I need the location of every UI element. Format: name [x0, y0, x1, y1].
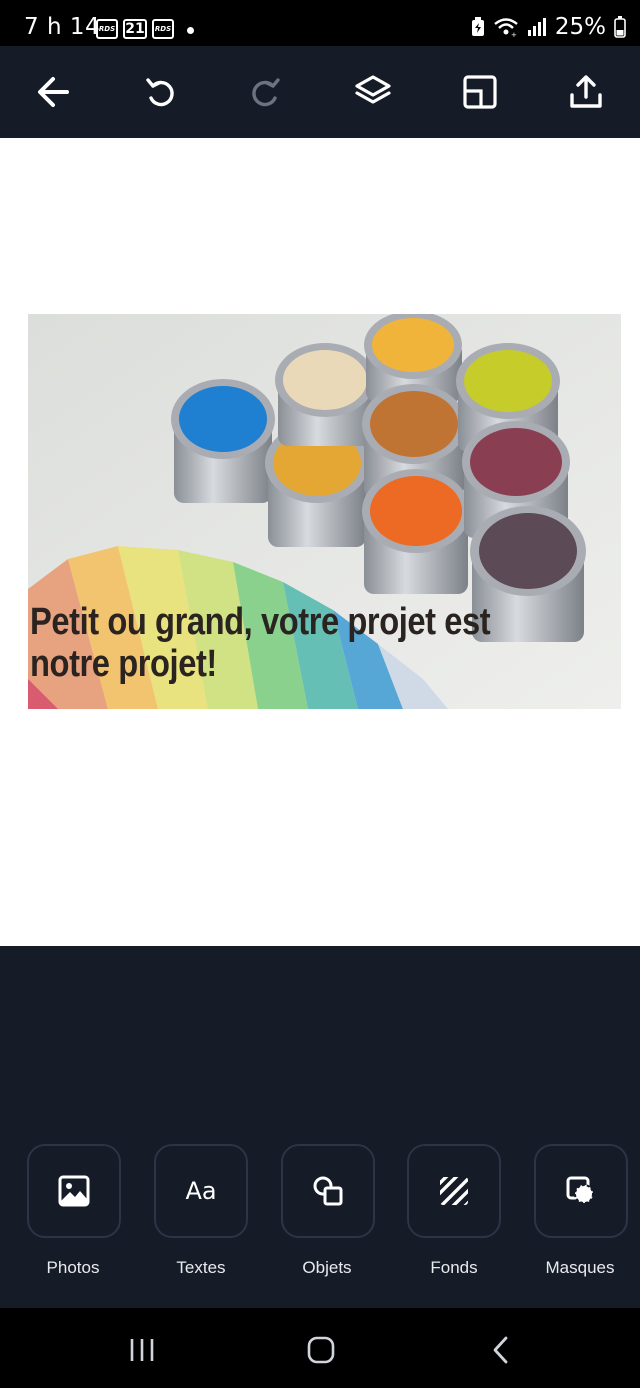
app-notification-icon-2: RDS: [152, 19, 174, 39]
mask-icon: [566, 1176, 594, 1204]
design-headline[interactable]: Petit ou grand, votre projet est notre p…: [30, 601, 512, 685]
texts-tool-button[interactable]: Aa: [154, 1144, 248, 1238]
text-icon: Aa: [185, 1177, 217, 1205]
status-bar: 7 h 14 RDS 21 RDS + 25%: [0, 0, 640, 46]
layers-icon: [355, 75, 391, 104]
status-right: + 25%: [471, 14, 626, 40]
svg-text:+: +: [511, 31, 517, 37]
chevron-left-icon: [493, 1336, 508, 1364]
editor-toolbar: [0, 46, 640, 138]
backgrounds-tool-button[interactable]: [407, 1144, 501, 1238]
share-icon: [570, 75, 602, 108]
masks-tool-button[interactable]: [534, 1144, 628, 1238]
calendar-notification-icon: 21: [123, 19, 147, 39]
back-button[interactable]: [27, 66, 79, 118]
more-notifications-dot: [187, 27, 194, 34]
wifi-icon: +: [494, 18, 518, 37]
recent-apps-button[interactable]: [122, 1330, 162, 1370]
photos-tool-button[interactable]: [27, 1144, 121, 1238]
system-back-button[interactable]: [481, 1330, 521, 1370]
system-navigation-bar: [0, 1308, 640, 1388]
undo-icon: [146, 78, 174, 107]
resize-button[interactable]: [454, 66, 506, 118]
layers-button[interactable]: [347, 66, 399, 118]
tools-panel: Photos Aa Textes Objets Fonds Masques: [0, 946, 640, 1308]
share-button[interactable]: [560, 66, 612, 118]
battery-percent: 25%: [554, 14, 606, 40]
design-canvas[interactable]: Petit ou grand, votre projet est notre p…: [0, 138, 640, 946]
objects-tool-label: Objets: [302, 1258, 352, 1277]
battery-icon: [614, 16, 626, 38]
texts-tool-label: Textes: [176, 1258, 226, 1277]
photo-icon: [58, 1175, 90, 1207]
objects-tool-button[interactable]: [281, 1144, 375, 1238]
home-button[interactable]: [301, 1330, 341, 1370]
app-notification-icon: RDS: [96, 19, 118, 39]
battery-saver-icon: [471, 17, 484, 36]
status-time: 7 h 14: [24, 14, 101, 40]
resize-icon: [463, 75, 497, 109]
masks-tool-label: Masques: [545, 1258, 615, 1277]
shapes-icon: [313, 1176, 343, 1206]
recent-apps-icon: [130, 1339, 154, 1361]
back-arrow-icon: [38, 77, 69, 107]
undo-button[interactable]: [134, 66, 186, 118]
backgrounds-tool-label: Fonds: [430, 1258, 478, 1277]
background-icon: [440, 1177, 468, 1205]
redo-button[interactable]: [240, 66, 292, 118]
signal-icon: [527, 18, 546, 36]
photos-tool-label: Photos: [46, 1258, 100, 1277]
paint-cans-image[interactable]: Petit ou grand, votre projet est notre p…: [28, 314, 621, 709]
redo-icon: [252, 78, 280, 107]
home-icon: [307, 1336, 335, 1364]
